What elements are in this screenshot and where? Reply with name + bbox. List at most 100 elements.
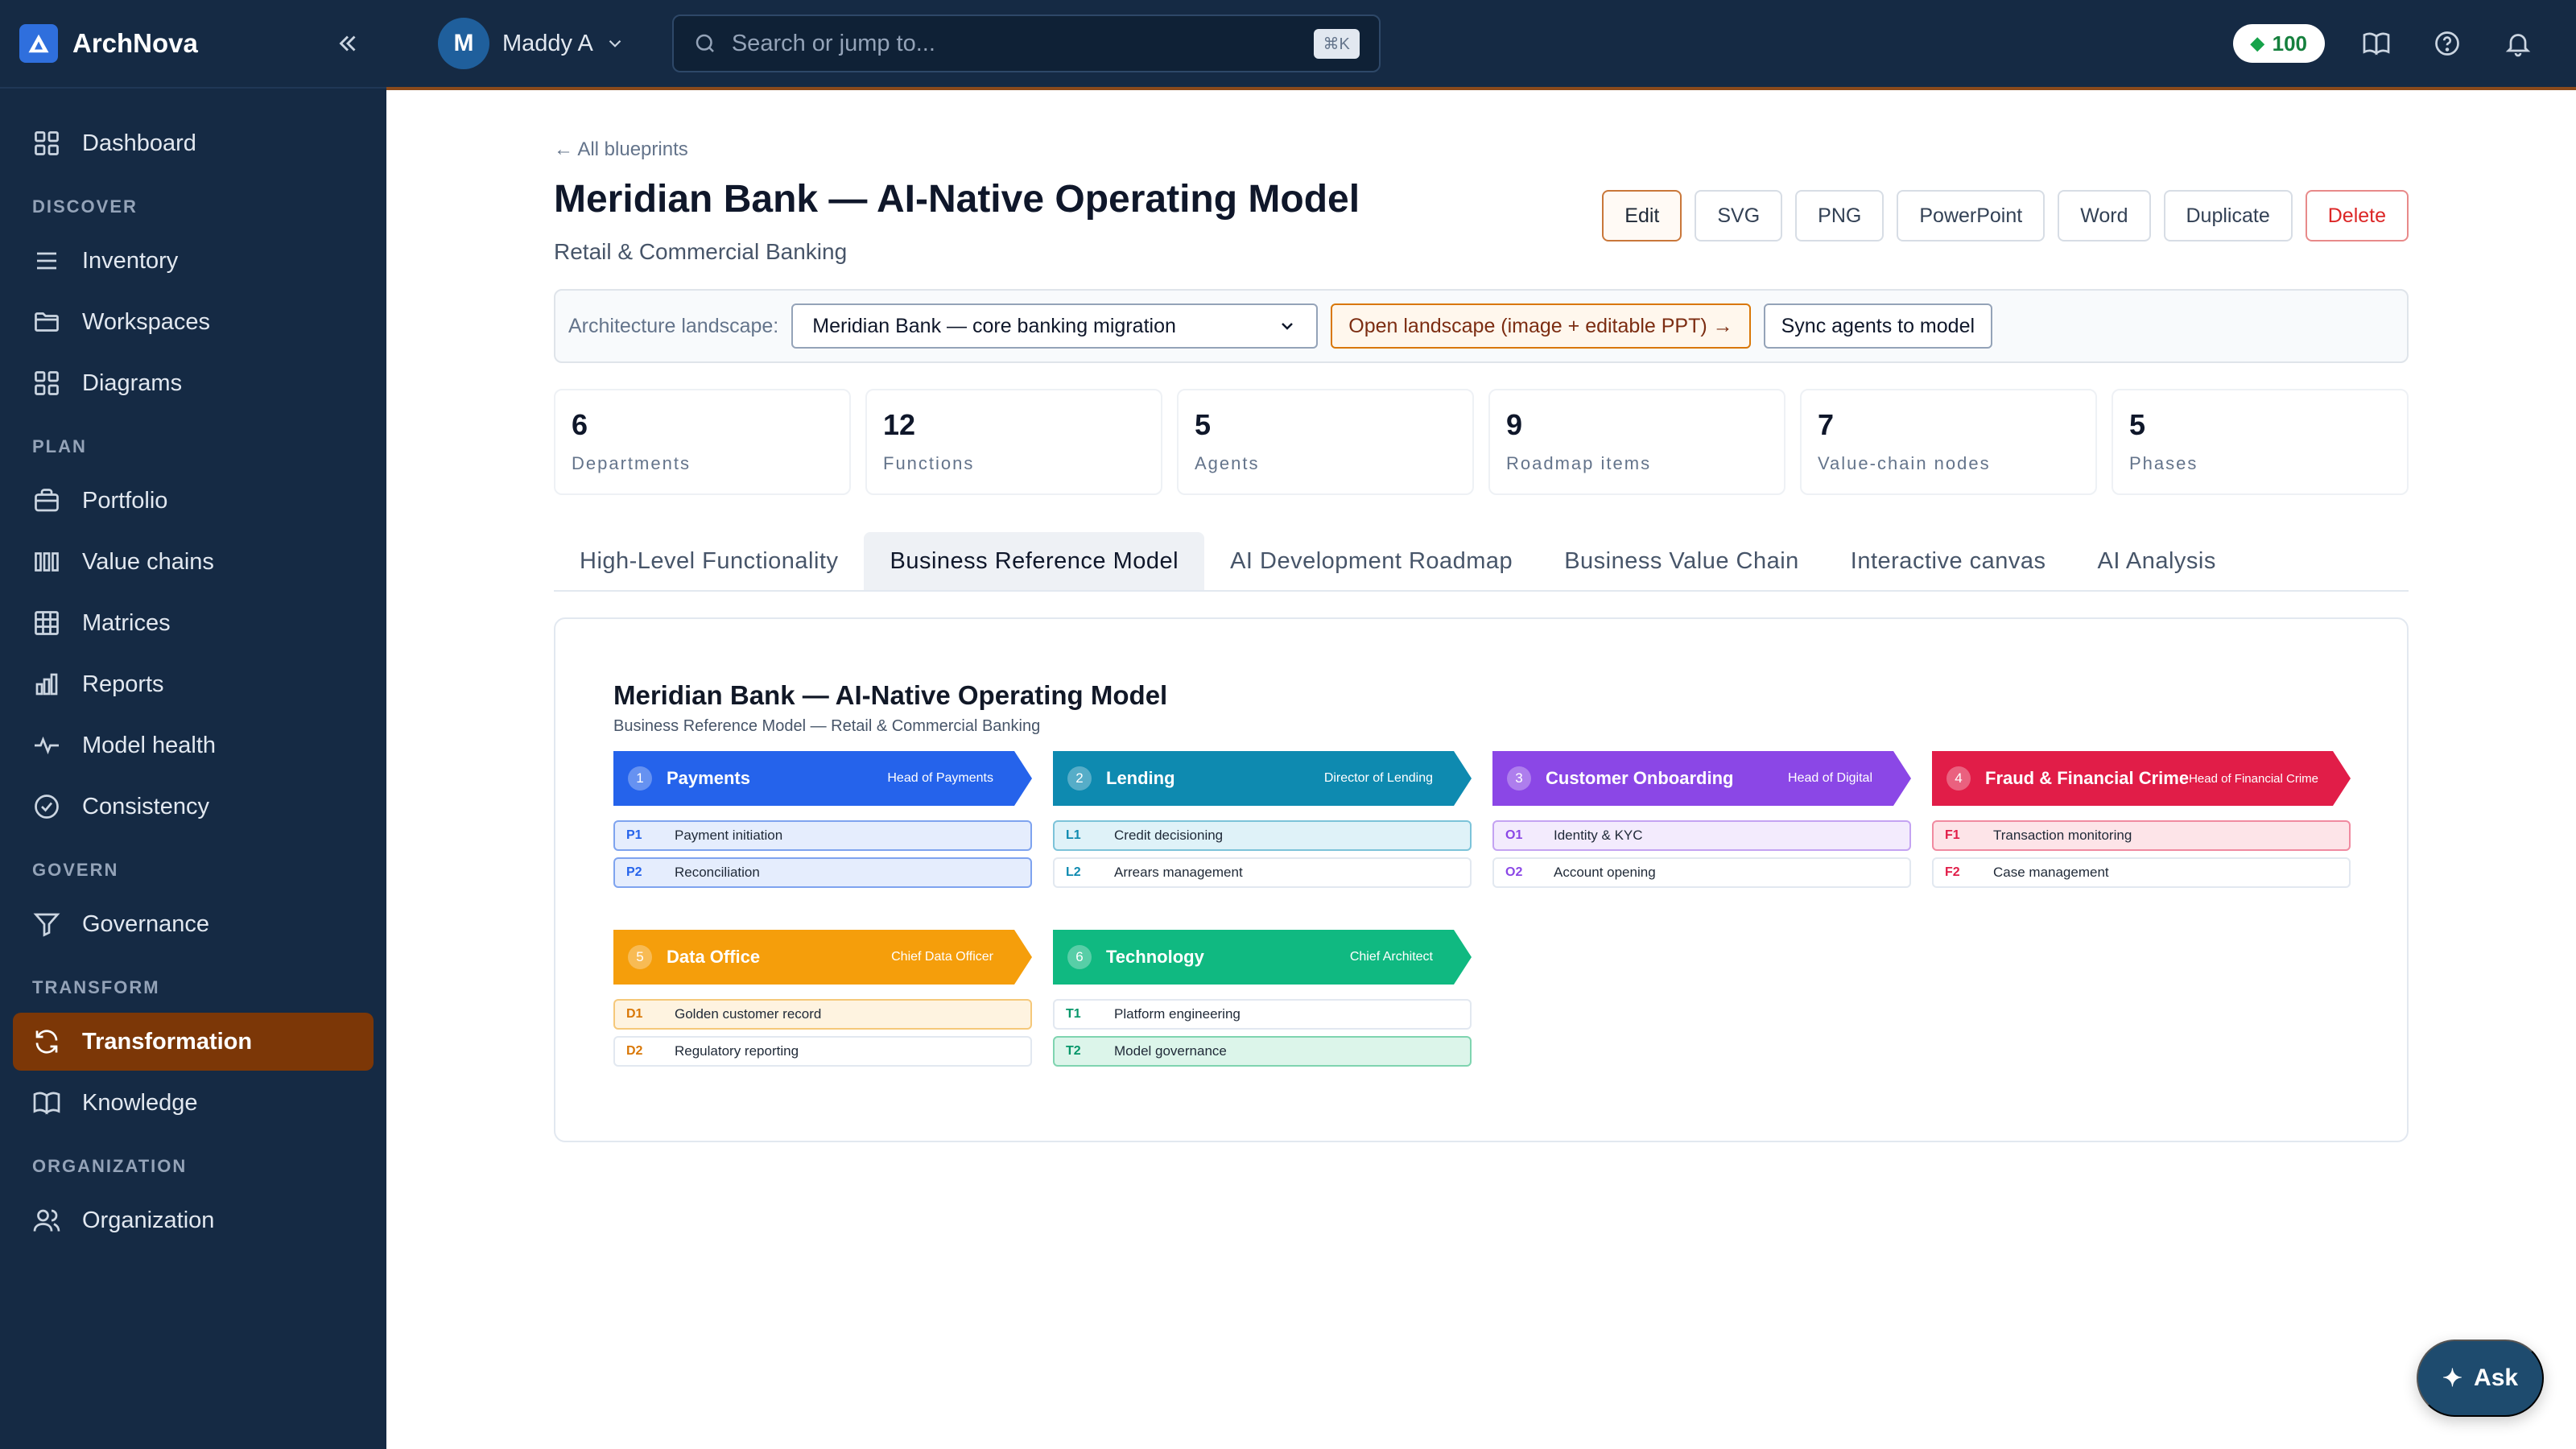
back-to-blueprints-link[interactable]: ← All blueprints [554,138,2409,161]
function-code: L2 [1066,865,1081,879]
columns-icon [35,552,59,572]
sidebar-item-organization[interactable]: Organization [13,1191,374,1249]
tab-business-reference-model[interactable]: Business Reference Model [864,532,1205,590]
function-code: O1 [1505,828,1523,842]
department-fraud-financial-crime[interactable]: 4 Fraud & Financial Crime Head of Financ… [1932,751,2351,888]
stat-card-roadmap-items: 9 Roadmap items [1488,389,1785,495]
sidebar-item-diagrams[interactable]: Diagrams [13,354,374,412]
open-landscape-button[interactable]: Open landscape (image + editable PPT) → [1331,303,1751,349]
department-header[interactable]: 1 Payments Head of Payments [613,751,1032,806]
sidebar-item-label: Dashboard [82,130,196,156]
function-item[interactable]: L1 Credit decisioning [1053,820,1472,851]
sidebar-item-value-chains[interactable]: Value chains [13,533,374,591]
department-header[interactable]: 6 Technology Chief Architect [1053,930,1472,985]
department-name: Fraud & Financial Crime [1985,768,2190,788]
ask-ai-button[interactable]: ✦ Ask [2417,1340,2544,1417]
function-label: Transaction monitoring [1993,828,2132,843]
tab-ai-analysis[interactable]: AI Analysis [2072,532,2242,590]
sidebar-item-reports[interactable]: Reports [13,655,374,713]
department-number: 2 [1067,766,1092,791]
function-code: D2 [626,1044,643,1058]
function-item[interactable]: D1 Golden customer record [613,999,1032,1030]
chevron-down-icon [1282,323,1294,330]
architecture-landscape-bar: Architecture landscape: Meridian Bank — … [554,289,2409,363]
sidebar-item-governance[interactable]: Governance [13,895,374,953]
function-code: D1 [626,1007,643,1021]
department-customer-onboarding[interactable]: 3 Customer Onboarding Head of Digital O1… [1492,751,1911,888]
search-placeholder: Search or jump to... [731,30,935,56]
department-header[interactable]: 3 Customer Onboarding Head of Digital [1492,751,1911,806]
brm-title: Meridian Bank — AI-Native Operating Mode… [613,680,1168,710]
sidebar-item-portfolio[interactable]: Portfolio [13,472,374,530]
export-word-button[interactable]: Word [2058,190,2151,242]
page-title: Meridian Bank — AI-Native Operating Mode… [554,178,1360,221]
department-number: 5 [628,945,652,969]
department-number: 1 [628,766,652,791]
sidebar-item-label: Governance [82,910,209,937]
department-number: 4 [1946,766,1971,791]
function-item[interactable]: L2 Arrears management [1053,857,1472,888]
app-name: ArchNova [72,28,198,58]
delete-button[interactable]: Delete [2305,190,2409,242]
sidebar-item-inventory[interactable]: Inventory [13,232,374,290]
function-item[interactable]: F2 Case management [1932,857,2351,888]
landscape-select[interactable]: Meridian Bank — core banking migration [791,303,1319,349]
department-data-office[interactable]: 5 Data Office Chief Data Officer D1 Golde… [613,930,1032,1067]
list-icon [37,252,56,270]
collapse-sidebar-icon[interactable] [328,24,367,63]
function-label: Model governance [1114,1043,1227,1059]
stat-value: 6 [572,408,588,441]
function-item[interactable]: O1 Identity & KYC [1492,820,1911,851]
stat-value: 7 [1818,408,1835,441]
page-subtitle: Retail & Commercial Banking [554,239,848,264]
credits-badge[interactable]: ◆ 100 [2232,24,2325,63]
help-icon[interactable] [2428,24,2467,63]
briefcase-icon [35,489,59,512]
function-item[interactable]: D2 Regulatory reporting [613,1036,1032,1067]
department-owner: Chief Architect [1349,950,1433,964]
stat-label: Departments [572,453,691,473]
sidebar-item-transformation[interactable]: Transformation [13,1013,374,1071]
department-header[interactable]: 2 Lending Director of Lending [1053,751,1472,806]
sidebar-item-workspaces[interactable]: Workspaces [13,293,374,351]
sidebar-item-model-health[interactable]: Model health [13,716,374,774]
edit-button[interactable]: Edit [1602,190,1682,242]
department-header[interactable]: 4 Fraud & Financial Crime Head of Financ… [1932,751,2351,806]
export-png-button[interactable]: PNG [1795,190,1885,242]
stat-label: Roadmap items [1506,453,1652,473]
docs-book-icon[interactable] [2357,24,2396,63]
tab-ai-development-roadmap[interactable]: AI Development Roadmap [1204,532,1538,590]
archnova-logo-icon[interactable] [19,24,58,63]
department-payments[interactable]: 1 Payments Head of Payments P1 Payment in… [613,751,1032,888]
sidebar-item-consistency[interactable]: Consistency [13,778,374,836]
search-input[interactable]: Search or jump to... ⌘K [671,14,1381,72]
function-item[interactable]: F1 Transaction monitoring [1932,820,2351,851]
department-lending[interactable]: 2 Lending Director of Lending L1 Credit d… [1053,751,1472,888]
tab-interactive-canvas[interactable]: Interactive canvas [1825,532,2072,590]
sync-agents-button[interactable]: Sync agents to model [1763,303,1993,349]
function-item[interactable]: P2 Reconciliation [613,857,1032,888]
function-item[interactable]: O2 Account opening [1492,857,1911,888]
sidebar-item-label: Matrices [82,609,171,636]
export-svg-button[interactable]: SVG [1695,190,1783,242]
sidebar-item-knowledge[interactable]: Knowledge [13,1074,374,1132]
function-code: F1 [1945,828,1960,842]
tab-high-level-functionality[interactable]: High-Level Functionality [554,532,864,590]
bell-icon[interactable] [2499,24,2537,63]
function-item[interactable]: T2 Model governance [1053,1036,1472,1067]
book-icon [33,1092,60,1115]
sidebar-item-dashboard[interactable]: Dashboard [13,114,374,172]
department-technology[interactable]: 6 Technology Chief Architect T1 Platform … [1053,930,1472,1067]
user-menu[interactable]: M Maddy A [438,18,625,69]
duplicate-button[interactable]: Duplicate [2163,190,2293,242]
export-powerpoint-button[interactable]: PowerPoint [1897,190,2046,242]
nav-section-organization: ORGANIZATION [32,1156,188,1176]
function-item[interactable]: T1 Platform engineering [1053,999,1472,1030]
department-owner: Head of Digital [1788,771,1872,785]
stat-card-value-chain-nodes: 7 Value-chain nodes [1800,389,2097,495]
function-item[interactable]: P1 Payment initiation [613,820,1032,851]
function-code: T1 [1066,1007,1081,1021]
department-header[interactable]: 5 Data Office Chief Data Officer [613,930,1032,985]
sidebar-item-matrices[interactable]: Matrices [13,594,374,652]
tab-business-value-chain[interactable]: Business Value Chain [1538,532,1825,590]
